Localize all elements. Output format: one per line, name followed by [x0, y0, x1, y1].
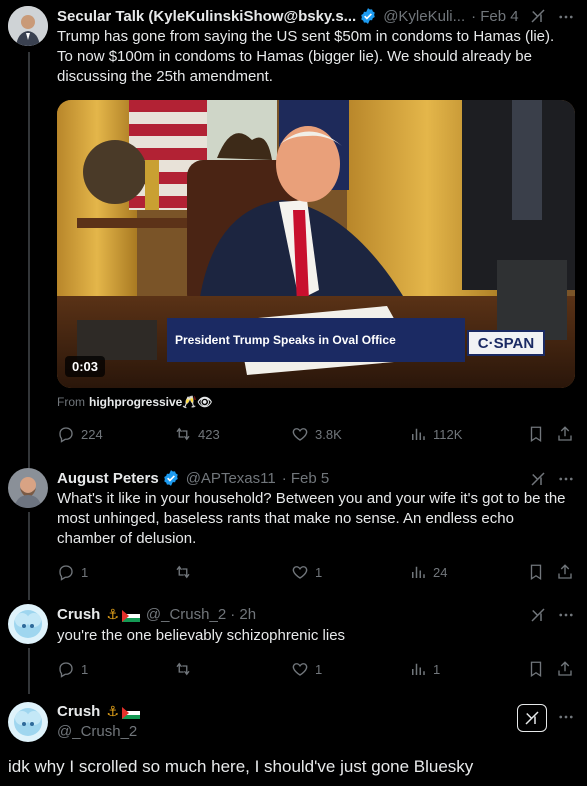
bookmark-icon[interactable] — [527, 425, 545, 443]
lower-third-text: President Trump Speaks in Oval Office — [175, 333, 396, 347]
share-icon[interactable] — [556, 563, 574, 581]
like-button[interactable]: 1 — [291, 660, 322, 678]
from-prefix: From — [57, 395, 85, 409]
repost-button[interactable]: 423 — [174, 425, 220, 443]
grok-button[interactable] — [517, 704, 547, 732]
like-button[interactable]: 3.8K — [291, 425, 342, 443]
more-icon[interactable] — [557, 606, 575, 624]
avatar[interactable] — [8, 468, 48, 508]
more-icon[interactable] — [557, 8, 575, 26]
like-icon — [291, 660, 309, 678]
reply-icon — [57, 660, 75, 678]
video-player[interactable]: President Trump Speaks in Oval Office C·… — [57, 100, 575, 388]
avatar-image — [8, 604, 48, 644]
avatar[interactable] — [8, 702, 48, 742]
repost-button[interactable] — [174, 563, 198, 581]
tweet-text: What's it like in your household? Betwee… — [57, 490, 566, 547]
grok-icon[interactable] — [529, 7, 547, 25]
timestamp[interactable]: · Feb 5 — [282, 470, 330, 487]
thread-line — [28, 52, 30, 470]
grok-icon — [523, 709, 541, 727]
network-logo: C·SPAN — [467, 330, 545, 356]
views-count: 24 — [433, 564, 448, 580]
source-user-link[interactable]: highprogressive🥂👁 — [89, 395, 213, 409]
reply-button[interactable]: 224 — [57, 425, 103, 443]
views-count: 1 — [433, 661, 441, 677]
verified-icon — [162, 469, 180, 487]
reply-count: 1 — [81, 661, 89, 677]
verified-icon — [359, 7, 377, 25]
views-button[interactable]: 24 — [409, 563, 447, 581]
thread-line — [28, 648, 30, 694]
handle[interactable]: @KyleKuli... — [383, 8, 465, 25]
handle[interactable]: @_Crush_2 — [146, 606, 226, 623]
tweet-text: you're the one believably schizophrenic … — [57, 627, 346, 644]
views-icon — [409, 660, 427, 678]
repost-button[interactable] — [174, 660, 198, 678]
repost-icon — [174, 425, 192, 443]
name-emoji-anchor: ⚓ — [106, 703, 119, 719]
thread-line — [28, 512, 30, 600]
handle[interactable]: @_Crush_2 — [57, 723, 137, 740]
grok-icon[interactable] — [529, 606, 547, 624]
like-icon — [291, 563, 309, 581]
display-name[interactable]: August Peters — [57, 470, 159, 487]
timestamp[interactable]: · Feb 4 — [471, 8, 519, 25]
timestamp[interactable]: · 2h — [230, 606, 256, 623]
views-icon — [409, 425, 427, 443]
display-name[interactable]: Crush — [57, 703, 100, 720]
like-count: 1 — [315, 564, 323, 580]
avatar[interactable] — [8, 6, 48, 46]
grok-icon[interactable] — [529, 470, 547, 488]
reply-count: 1 — [81, 564, 89, 580]
reply-button[interactable]: 1 — [57, 660, 88, 678]
lower-third: President Trump Speaks in Oval Office — [167, 318, 465, 362]
more-icon[interactable] — [557, 470, 575, 488]
views-icon — [409, 563, 427, 581]
repost-icon — [174, 563, 192, 581]
main-tweet-text: idk why I scrolled so much here, I shoul… — [8, 757, 474, 776]
reply-icon — [57, 425, 75, 443]
avatar[interactable] — [8, 604, 48, 644]
display-name[interactable]: Secular Talk (KyleKulinskiShow@bsky.s... — [57, 8, 356, 25]
video-duration: 0:03 — [65, 356, 106, 377]
share-icon[interactable] — [556, 660, 574, 678]
avatar-image — [8, 6, 48, 46]
avatar-image — [8, 702, 48, 742]
like-count: 1 — [315, 661, 323, 677]
like-button[interactable]: 1 — [291, 563, 322, 581]
name-emoji-anchor: ⚓ — [106, 606, 119, 622]
handle[interactable]: @APTexas11 — [186, 470, 276, 487]
name-emoji-flag — [121, 609, 140, 622]
share-icon[interactable] — [556, 425, 574, 443]
reply-icon — [57, 563, 75, 581]
tweet-text: Trump has gone from saying the US sent $… — [57, 28, 555, 85]
bookmark-icon[interactable] — [527, 563, 545, 581]
display-name[interactable]: Crush — [57, 606, 100, 623]
like-icon — [291, 425, 309, 443]
repost-count: 423 — [198, 426, 220, 442]
reply-button[interactable]: 1 — [57, 563, 88, 581]
bookmark-icon[interactable] — [527, 660, 545, 678]
reply-count: 224 — [81, 426, 103, 442]
more-icon[interactable] — [557, 708, 575, 726]
views-button[interactable]: 112K — [409, 425, 462, 443]
repost-icon — [174, 660, 192, 678]
views-button[interactable]: 1 — [409, 660, 440, 678]
views-count: 112K — [433, 426, 463, 442]
avatar-image — [8, 468, 48, 508]
name-emoji-flag — [121, 706, 140, 719]
like-count: 3.8K — [315, 426, 342, 442]
